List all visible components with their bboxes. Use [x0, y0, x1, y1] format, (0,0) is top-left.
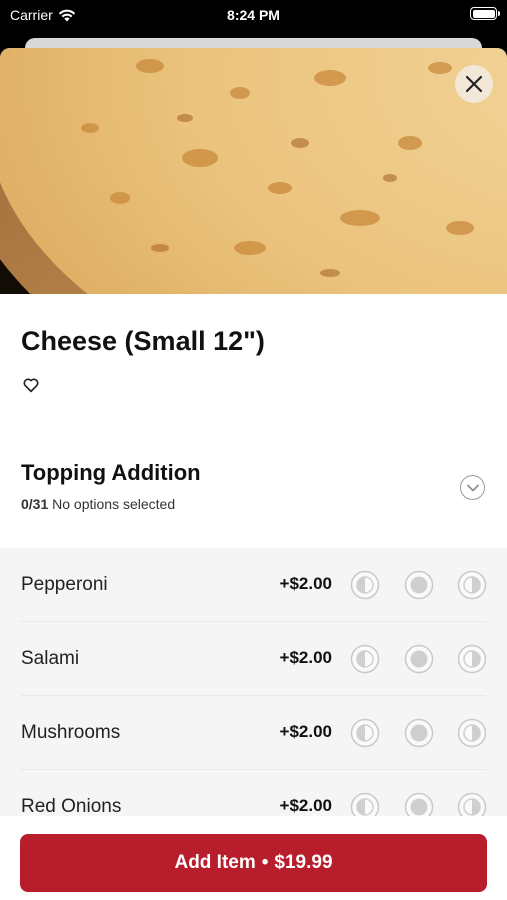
right-half-icon[interactable]: [457, 570, 487, 600]
clock: 8:24 PM: [227, 7, 280, 23]
option-price: +$2.00: [279, 796, 332, 815]
left-half-icon[interactable]: [350, 644, 380, 674]
heart-icon[interactable]: [22, 376, 40, 394]
status-bar: Carrier 8:24 PM: [0, 0, 507, 30]
chevron-down-icon: [466, 484, 479, 491]
close-button[interactable]: [455, 65, 493, 103]
option-name: Red Onions: [21, 796, 122, 817]
option-name: Salami: [21, 648, 80, 669]
option-price: +$2.00: [279, 722, 332, 741]
collapse-toggle[interactable]: [460, 475, 485, 500]
left-half-icon[interactable]: [350, 570, 380, 600]
selected-count: 0/31: [21, 496, 49, 512]
selection-status: No options selected: [52, 496, 176, 512]
list-item[interactable]: Mushrooms +$2.00: [0, 696, 507, 770]
list-item[interactable]: Salami +$2.00: [0, 622, 507, 696]
battery-icon: [470, 7, 500, 20]
separator-dot: •: [261, 852, 269, 873]
modifier-group-status: 0/31 No options selected: [21, 496, 175, 512]
option-name: Pepperoni: [21, 574, 108, 595]
order-total: $19.99: [274, 852, 333, 873]
whole-icon[interactable]: [404, 570, 434, 600]
item-detail-sheet: Cheese (Small 12") Topping Addition 0/31…: [0, 48, 507, 900]
item-photo: [0, 48, 507, 294]
footer-bar: Add Item • $19.99: [0, 816, 507, 900]
option-price: +$2.00: [279, 574, 332, 593]
option-price: +$2.00: [279, 648, 332, 667]
whole-icon[interactable]: [404, 644, 434, 674]
add-item-label: Add Item: [174, 852, 256, 873]
left-half-icon[interactable]: [350, 718, 380, 748]
modifier-group-title: Topping Addition: [21, 460, 201, 485]
options-list: Pepperoni +$2.00 Salami +$2.00 Mushrooms…: [0, 548, 507, 848]
close-icon: [465, 75, 483, 93]
list-item[interactable]: Pepperoni +$2.00: [0, 548, 507, 622]
whole-icon[interactable]: [404, 718, 434, 748]
right-half-icon[interactable]: [457, 644, 487, 674]
item-title: Cheese (Small 12"): [21, 326, 265, 356]
add-item-button[interactable]: Add Item • $19.99: [20, 834, 487, 892]
option-name: Mushrooms: [21, 722, 121, 743]
right-half-icon[interactable]: [457, 718, 487, 748]
